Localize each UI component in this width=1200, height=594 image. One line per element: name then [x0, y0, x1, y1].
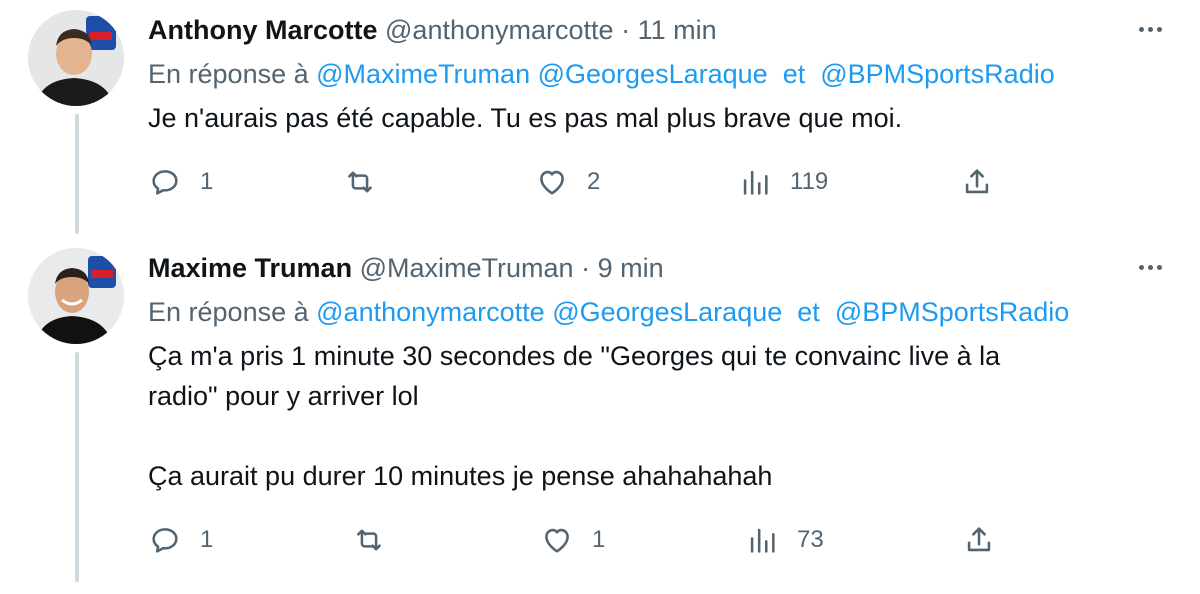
reply-icon	[152, 170, 178, 195]
action-bar: 1 1 73	[0, 520, 1200, 560]
reply-button[interactable]: 1	[148, 520, 213, 560]
tweet-text-line: Ça m'a pris 1 minute 30 secondes de "Geo…	[148, 341, 1001, 371]
mention-link[interactable]: @anthonymarcotte	[316, 297, 545, 327]
reply-count: 1	[200, 526, 214, 553]
conjunction: et	[782, 59, 806, 89]
author-handle[interactable]: @anthonymarcotte	[385, 15, 614, 45]
separator-dot: ·	[581, 253, 591, 283]
mention-link[interactable]: @MaximeTruman	[316, 59, 530, 89]
more-icon	[1138, 264, 1144, 270]
avatar[interactable]	[28, 10, 124, 106]
like-icon	[540, 170, 564, 195]
author-name[interactable]: Anthony Marcotte	[148, 15, 378, 45]
tweet-header: Maxime Truman @MaximeTruman · 9 min	[148, 248, 664, 288]
avatar[interactable]	[28, 248, 124, 344]
more-icon-dot	[1156, 264, 1162, 270]
views-button[interactable]: 119	[738, 162, 828, 202]
reply-prefix: En réponse à	[148, 297, 309, 327]
more-icon-dot	[1147, 26, 1153, 32]
tweet-header: Anthony Marcotte @anthonymarcotte · 11 m…	[148, 10, 717, 50]
author-name[interactable]: Maxime Truman	[148, 253, 352, 283]
views-icon	[750, 528, 775, 553]
separator-dot: ·	[621, 15, 631, 45]
more-icon-dot	[1147, 264, 1153, 270]
share-button[interactable]	[962, 520, 996, 560]
action-bar: 1 2 119	[0, 162, 1200, 202]
timestamp[interactable]: 11 min	[638, 15, 717, 45]
share-icon	[967, 527, 991, 552]
like-button[interactable]: 1	[540, 520, 605, 560]
tweet-text-line: Ça aurait pu durer 10 minutes je pense a…	[148, 461, 773, 491]
share-icon	[965, 169, 989, 194]
more-options-button[interactable]	[1130, 14, 1170, 44]
retweet-icon	[348, 171, 372, 193]
reply-prefix: En réponse à	[148, 59, 309, 89]
more-icon-dot	[1156, 26, 1162, 32]
tweet-text-line: radio" pour y arriver lol	[148, 381, 419, 411]
like-count: 1	[592, 526, 606, 553]
author-handle[interactable]: @MaximeTruman	[360, 253, 574, 283]
share-button[interactable]	[960, 162, 994, 202]
more-options-button[interactable]	[1130, 252, 1170, 282]
view-count: 73	[797, 526, 824, 553]
tweet-text-line: Je n'aurais pas été capable. Tu es pas m…	[148, 103, 903, 133]
conjunction: et	[797, 297, 820, 327]
tweet[interactable]: Anthony Marcotte @anthonymarcotte · 11 m…	[0, 10, 1200, 230]
reply-count: 1	[200, 168, 214, 195]
avatar-image	[28, 248, 124, 344]
reply-context: En réponse à @MaximeTruman @GeorgesLaraq…	[148, 54, 1055, 94]
reply-icon	[152, 528, 178, 553]
mention-link[interactable]: @BPMSportsRadio	[820, 59, 1055, 89]
more-icon	[1138, 26, 1144, 32]
reply-context: En réponse à @anthonymarcotte @GeorgesLa…	[148, 292, 1069, 332]
like-icon	[545, 528, 569, 553]
like-count: 2	[587, 168, 601, 195]
views-icon	[743, 170, 768, 195]
mention-link[interactable]: @GeorgesLaraque	[538, 59, 768, 89]
view-count: 119	[790, 168, 829, 195]
mention-link[interactable]: @GeorgesLaraque	[552, 297, 782, 327]
avatar-image	[28, 10, 124, 106]
views-button[interactable]: 73	[745, 520, 824, 560]
mention-link[interactable]: @BPMSportsRadio	[835, 297, 1070, 327]
like-button[interactable]: 2	[535, 162, 600, 202]
retweet-button[interactable]	[352, 520, 386, 560]
timestamp[interactable]: 9 min	[598, 253, 664, 283]
retweet-button[interactable]	[343, 162, 377, 202]
reply-button[interactable]: 1	[148, 162, 213, 202]
retweet-icon	[357, 529, 381, 551]
tweet[interactable]: Maxime Truman @MaximeTruman · 9 min En r…	[0, 248, 1200, 588]
